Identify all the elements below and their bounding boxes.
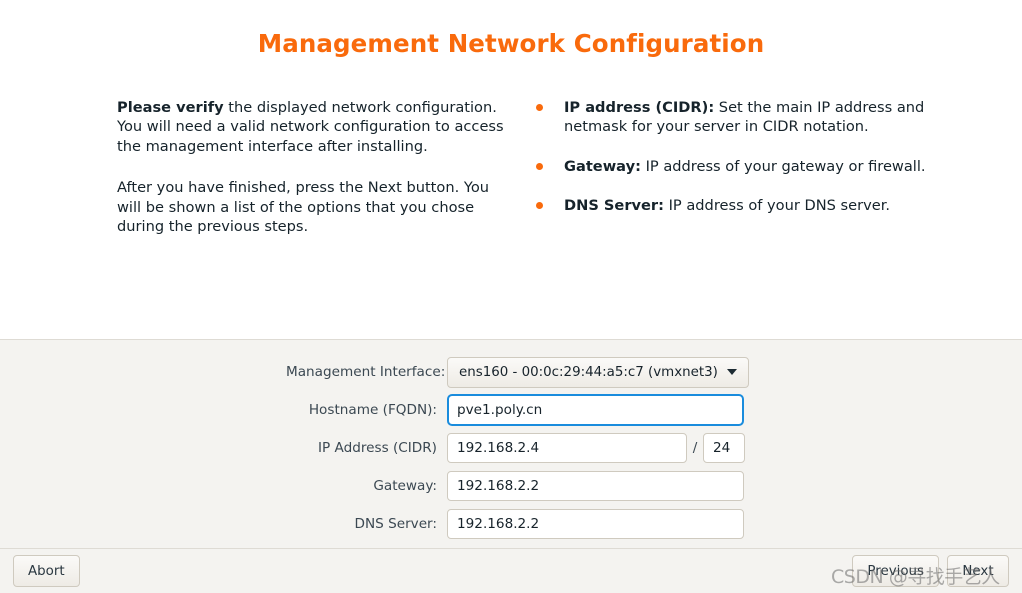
bullet-description: IP address of your gateway or firewall. bbox=[640, 157, 926, 175]
dns-server-input[interactable]: 192.168.2.2 bbox=[447, 509, 744, 539]
hostname-field-wrap: pve1.poly.cn bbox=[447, 394, 744, 426]
bullet-term: IP address (CIDR): bbox=[564, 99, 715, 116]
info-right-column: IP address (CIDR): Set the main IP addre… bbox=[526, 98, 946, 216]
dns-server-field-wrap: 192.168.2.2 bbox=[447, 509, 744, 539]
bullet-item-ip-address: IP address (CIDR): Set the main IP addre… bbox=[526, 98, 946, 137]
bullet-dot-icon bbox=[536, 104, 543, 111]
bullet-description: IP address of your DNS server. bbox=[663, 197, 891, 215]
form-row-dns-server: DNS Server: 192.168.2.2 bbox=[0, 505, 1022, 543]
bullet-dot-icon bbox=[536, 202, 543, 210]
management-interface-label: Management Interface: bbox=[286, 364, 446, 380]
form-rows: Management Interface: ens160 - 00:0c:29:… bbox=[0, 353, 1022, 543]
button-bar: Abort Previous Next bbox=[0, 549, 1022, 593]
info-area: Management Network Configuration Please … bbox=[0, 0, 1022, 340]
next-button[interactable]: Next bbox=[947, 555, 1009, 587]
bullet-text: Gateway: IP address of your gateway or f… bbox=[564, 158, 926, 175]
info-left-column: Please verify the displayed network conf… bbox=[117, 98, 509, 236]
bullet-text: DNS Server: IP address of your DNS serve… bbox=[564, 197, 890, 214]
intro-paragraph: Please verify the displayed network conf… bbox=[117, 98, 509, 156]
network-form-panel: Management Interface: ens160 - 00:0c:29:… bbox=[0, 340, 1022, 549]
next-step-paragraph: After you have finished, press the Next … bbox=[117, 179, 490, 236]
page-title: Management Network Configuration bbox=[257, 29, 765, 58]
chevron-down-icon bbox=[726, 369, 737, 375]
form-row-management-interface: Management Interface: ens160 - 00:0c:29:… bbox=[0, 353, 1022, 391]
cidr-separator: / bbox=[692, 440, 698, 456]
intro-lead-bold: Please verify bbox=[117, 99, 224, 116]
form-row-hostname: Hostname (FQDN): pve1.poly.cn bbox=[0, 391, 1022, 429]
ip-address-label: IP Address (CIDR) bbox=[317, 440, 437, 456]
bullet-term: DNS Server: bbox=[564, 197, 664, 215]
gateway-label: Gateway: bbox=[373, 478, 437, 494]
bullet-term: Gateway: bbox=[564, 157, 641, 175]
info-columns: Please verify the displayed network conf… bbox=[0, 98, 1022, 236]
previous-button[interactable]: Previous bbox=[852, 555, 939, 587]
hostname-input[interactable]: pve1.poly.cn bbox=[447, 394, 744, 426]
bullet-text: IP address (CIDR): Set the main IP addre… bbox=[564, 99, 924, 135]
gateway-input[interactable]: 192.168.2.2 bbox=[447, 471, 744, 501]
ip-address-field-wrap: 192.168.2.4 / 24 bbox=[447, 433, 745, 463]
bullet-item-gateway: Gateway: IP address of your gateway or f… bbox=[526, 157, 946, 176]
dns-server-label: DNS Server: bbox=[354, 516, 437, 532]
bullet-item-dns-server: DNS Server: IP address of your DNS serve… bbox=[526, 196, 946, 215]
form-row-gateway: Gateway: 192.168.2.2 bbox=[0, 467, 1022, 505]
management-interface-value: ens160 - 00:0c:29:44:a5:c7 (vmxnet3) bbox=[459, 364, 718, 380]
bullet-dot-icon bbox=[536, 162, 543, 170]
management-interface-select[interactable]: ens160 - 00:0c:29:44:a5:c7 (vmxnet3) bbox=[447, 356, 749, 388]
gateway-field-wrap: 192.168.2.2 bbox=[447, 471, 744, 501]
ip-address-input[interactable]: 192.168.2.4 bbox=[447, 433, 687, 463]
form-row-ip-address: IP Address (CIDR) 192.168.2.4 / 24 bbox=[0, 429, 1022, 467]
abort-button[interactable]: Abort bbox=[13, 555, 80, 587]
cidr-prefix-input[interactable]: 24 bbox=[703, 433, 745, 463]
hostname-label: Hostname (FQDN): bbox=[308, 402, 437, 418]
installer-window: Management Network Configuration Please … bbox=[0, 0, 1022, 593]
management-interface-field-wrap: ens160 - 00:0c:29:44:a5:c7 (vmxnet3) bbox=[447, 356, 749, 388]
